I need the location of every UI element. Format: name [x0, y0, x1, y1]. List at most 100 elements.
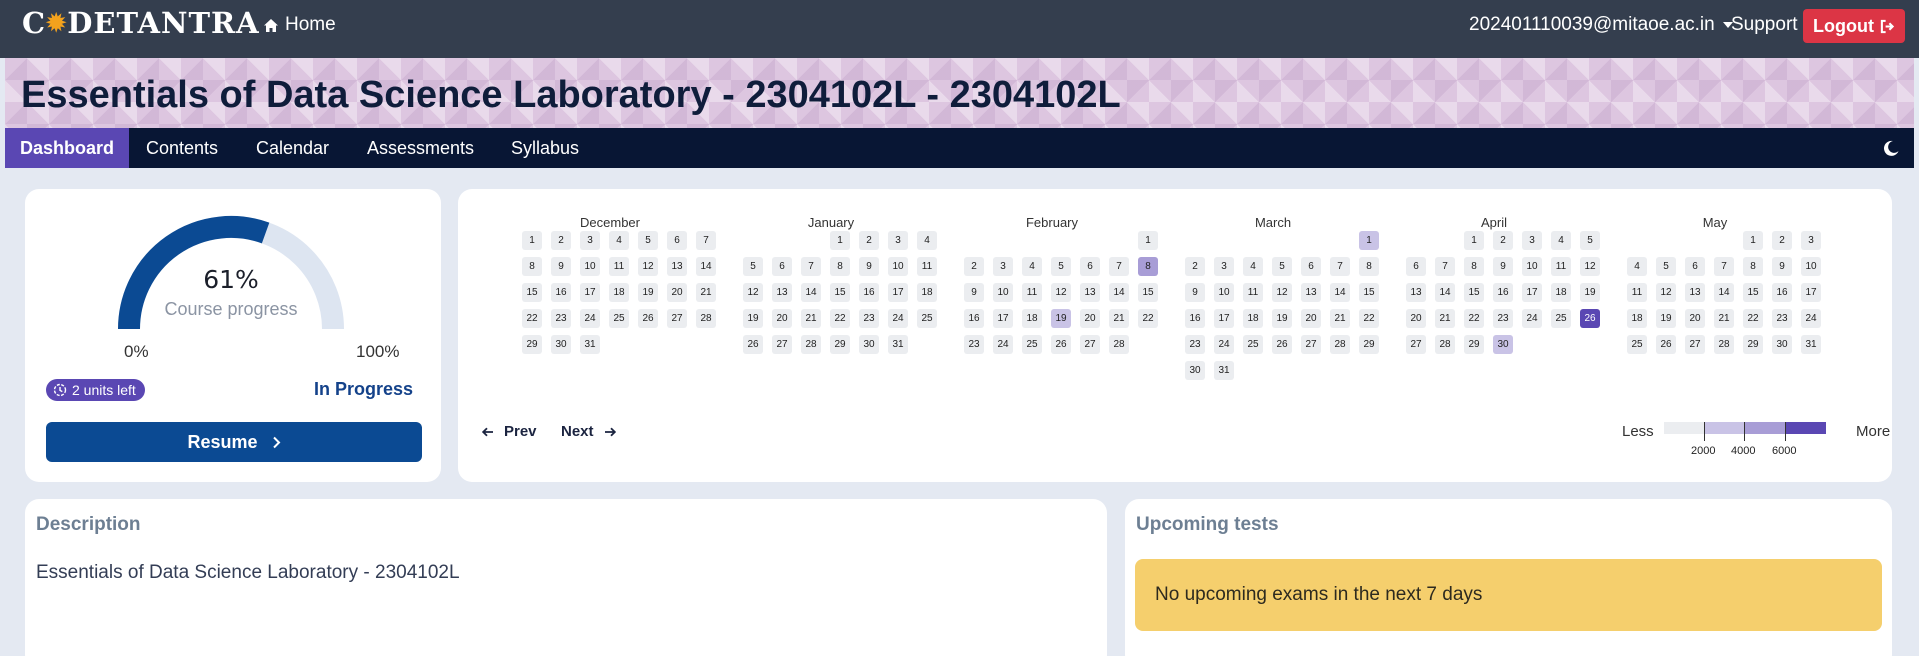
calendar-day[interactable]: 22	[1464, 309, 1484, 328]
calendar-day[interactable]: 25	[1022, 335, 1042, 354]
calendar-day[interactable]: 12	[1580, 257, 1600, 276]
calendar-day[interactable]: 3	[1801, 231, 1821, 250]
calendar-day[interactable]: 26	[743, 335, 763, 354]
user-menu-dropdown[interactable]: 202401110039@mitaoe.ac.in	[1469, 14, 1733, 36]
calendar-day[interactable]: 12	[638, 257, 658, 276]
calendar-day[interactable]: 10	[580, 257, 600, 276]
calendar-day[interactable]: 10	[888, 257, 908, 276]
calendar-day[interactable]: 1	[830, 231, 850, 250]
calendar-day[interactable]: 24	[888, 309, 908, 328]
calendar-day[interactable]: 31	[888, 335, 908, 354]
calendar-day[interactable]: 26	[1272, 335, 1292, 354]
calendar-day[interactable]: 7	[1330, 257, 1350, 276]
calendar-day[interactable]: 21	[1330, 309, 1350, 328]
calendar-day[interactable]: 28	[1330, 335, 1350, 354]
calendar-day[interactable]: 22	[1743, 309, 1763, 328]
resume-button[interactable]: Resume	[46, 422, 422, 462]
tab-dashboard[interactable]: Dashboard	[5, 128, 130, 168]
calendar-day[interactable]: 21	[1714, 309, 1734, 328]
calendar-day[interactable]: 4	[1551, 231, 1571, 250]
calendar-day[interactable]: 3	[1522, 231, 1542, 250]
calendar-day[interactable]: 19	[1051, 309, 1071, 328]
calendar-day[interactable]: 18	[1627, 309, 1647, 328]
calendar-day[interactable]: 1	[1464, 231, 1484, 250]
calendar-day[interactable]: 1	[1359, 231, 1379, 250]
calendar-day[interactable]: 29	[1743, 335, 1763, 354]
calendar-day[interactable]: 10	[1214, 283, 1234, 302]
calendar-day[interactable]: 25	[917, 309, 937, 328]
calendar-day[interactable]: 8	[522, 257, 542, 276]
tab-assessments[interactable]: Assessments	[367, 128, 474, 168]
calendar-day[interactable]: 9	[551, 257, 571, 276]
calendar-day[interactable]: 16	[1493, 283, 1513, 302]
calendar-day[interactable]: 9	[1185, 283, 1205, 302]
calendar-day[interactable]: 16	[1772, 283, 1792, 302]
calendar-day[interactable]: 20	[667, 283, 687, 302]
calendar-day[interactable]: 20	[1685, 309, 1705, 328]
calendar-day[interactable]: 15	[1464, 283, 1484, 302]
calendar-day[interactable]: 27	[1406, 335, 1426, 354]
calendar-day[interactable]: 28	[1435, 335, 1455, 354]
calendar-day[interactable]: 14	[1330, 283, 1350, 302]
calendar-day[interactable]: 16	[551, 283, 571, 302]
calendar-day[interactable]: 23	[1772, 309, 1792, 328]
calendar-day[interactable]: 1	[522, 231, 542, 250]
calendar-day[interactable]: 27	[667, 309, 687, 328]
calendar-day[interactable]: 30	[1772, 335, 1792, 354]
calendar-day[interactable]: 30	[551, 335, 571, 354]
calendar-day[interactable]: 3	[1214, 257, 1234, 276]
calendar-day[interactable]: 5	[1580, 231, 1600, 250]
calendar-day[interactable]: 10	[1522, 257, 1542, 276]
calendar-day[interactable]: 25	[1243, 335, 1263, 354]
calendar-day[interactable]: 6	[1080, 257, 1100, 276]
calendar-day[interactable]: 5	[1051, 257, 1071, 276]
calendar-day[interactable]: 9	[964, 283, 984, 302]
calendar-day[interactable]: 7	[1714, 257, 1734, 276]
calendar-day[interactable]: 29	[522, 335, 542, 354]
calendar-day[interactable]: 18	[1551, 283, 1571, 302]
calendar-day[interactable]: 30	[859, 335, 879, 354]
calendar-day[interactable]: 25	[1627, 335, 1647, 354]
calendar-day[interactable]: 21	[1435, 309, 1455, 328]
calendar-day[interactable]: 27	[1080, 335, 1100, 354]
calendar-day[interactable]: 5	[638, 231, 658, 250]
calendar-day[interactable]: 10	[1801, 257, 1821, 276]
calendar-day[interactable]: 4	[609, 231, 629, 250]
calendar-day[interactable]: 28	[801, 335, 821, 354]
calendar-day[interactable]: 15	[1743, 283, 1763, 302]
calendar-day[interactable]: 16	[859, 283, 879, 302]
calendar-day[interactable]: 15	[522, 283, 542, 302]
calendar-day[interactable]: 21	[696, 283, 716, 302]
calendar-day[interactable]: 8	[1359, 257, 1379, 276]
calendar-day[interactable]: 22	[1138, 309, 1158, 328]
calendar-day[interactable]: 26	[638, 309, 658, 328]
calendar-day[interactable]: 17	[1214, 309, 1234, 328]
calendar-day[interactable]: 7	[1109, 257, 1129, 276]
calendar-day[interactable]: 22	[830, 309, 850, 328]
calendar-day[interactable]: 31	[1214, 361, 1234, 380]
calendar-day[interactable]: 18	[609, 283, 629, 302]
calendar-day[interactable]: 8	[1464, 257, 1484, 276]
calendar-day[interactable]: 22	[1359, 309, 1379, 328]
calendar-day[interactable]: 24	[1522, 309, 1542, 328]
calendar-day[interactable]: 17	[1522, 283, 1542, 302]
calendar-day[interactable]: 1	[1138, 231, 1158, 250]
calendar-day[interactable]: 12	[743, 283, 763, 302]
calendar-day[interactable]: 4	[917, 231, 937, 250]
calendar-day[interactable]: 5	[1272, 257, 1292, 276]
calendar-day[interactable]: 16	[964, 309, 984, 328]
tab-calendar[interactable]: Calendar	[256, 128, 329, 168]
calendar-day[interactable]: 21	[1109, 309, 1129, 328]
calendar-day[interactable]: 13	[667, 257, 687, 276]
calendar-day[interactable]: 21	[801, 309, 821, 328]
calendar-day[interactable]: 8	[830, 257, 850, 276]
calendar-day[interactable]: 2	[964, 257, 984, 276]
calendar-day[interactable]: 11	[1551, 257, 1571, 276]
calendar-day[interactable]: 5	[1656, 257, 1676, 276]
calendar-day[interactable]: 16	[1185, 309, 1205, 328]
calendar-day[interactable]: 4	[1627, 257, 1647, 276]
calendar-day[interactable]: 11	[1627, 283, 1647, 302]
calendar-day[interactable]: 13	[772, 283, 792, 302]
calendar-day[interactable]: 26	[1656, 335, 1676, 354]
calendar-day[interactable]: 14	[1109, 283, 1129, 302]
